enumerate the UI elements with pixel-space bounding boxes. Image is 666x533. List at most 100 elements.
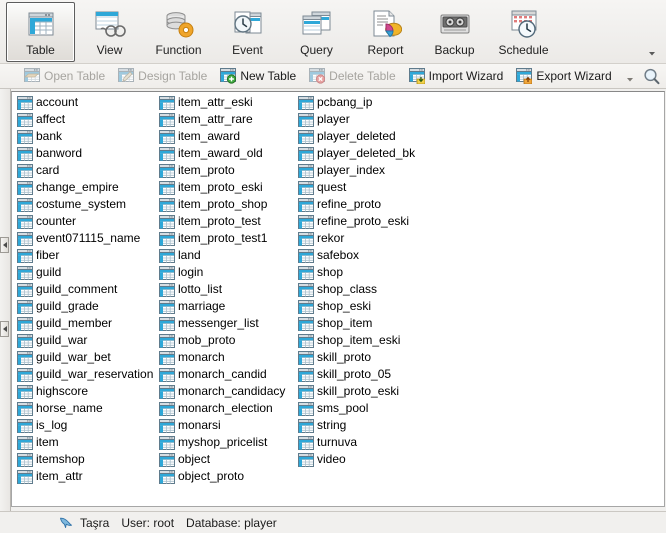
splitter-collapse-handle-bottom[interactable]	[0, 321, 9, 337]
list-item[interactable]: refine_proto_eski	[296, 213, 437, 230]
command-import-wizard[interactable]: Import Wizard	[405, 66, 511, 86]
list-item[interactable]: bank	[15, 128, 157, 145]
list-item[interactable]: login	[157, 264, 296, 281]
schedule-icon	[506, 8, 542, 40]
list-item[interactable]: land	[157, 247, 296, 264]
list-item[interactable]: event071115_name	[15, 230, 157, 247]
list-item-label: change_empire	[36, 180, 119, 194]
splitter-collapse-handle-top[interactable]	[0, 237, 9, 253]
list-item[interactable]: item_attr_rare	[157, 111, 296, 128]
list-item[interactable]: shop_eski	[296, 298, 437, 315]
command-export-wizard[interactable]: Export Wizard	[512, 66, 618, 86]
list-item[interactable]: item_award	[157, 128, 296, 145]
list-item[interactable]: itemshop	[15, 451, 157, 468]
list-item[interactable]: guild_comment	[15, 281, 157, 298]
list-item[interactable]: guild_war_bet	[15, 349, 157, 366]
list-item[interactable]: monarch	[157, 349, 296, 366]
list-item-label: video	[317, 452, 346, 466]
list-item-label: costume_system	[36, 197, 127, 211]
list-item[interactable]: pcbang_ip	[296, 94, 437, 111]
list-item[interactable]: highscore	[15, 383, 157, 400]
list-item[interactable]: video	[296, 451, 437, 468]
list-item[interactable]: skill_proto_eski	[296, 383, 437, 400]
list-item[interactable]: item_proto_eski	[157, 179, 296, 196]
list-item[interactable]: account	[15, 94, 157, 111]
list-item[interactable]: item_proto_test1	[157, 230, 296, 247]
table-icon	[159, 130, 175, 144]
list-item[interactable]: shop	[296, 264, 437, 281]
table-icon	[159, 402, 175, 416]
ribbon-button-label: Report	[367, 43, 404, 57]
list-item[interactable]: monarch_candid	[157, 366, 296, 383]
list-item[interactable]: item_attr	[15, 468, 157, 485]
list-item[interactable]: monarch_candidacy	[157, 383, 296, 400]
ribbon-button-query[interactable]: Query	[282, 2, 351, 62]
list-item[interactable]: quest	[296, 179, 437, 196]
list-item[interactable]: string	[296, 417, 437, 434]
list-item[interactable]: lotto_list	[157, 281, 296, 298]
list-item[interactable]: item_proto_test	[157, 213, 296, 230]
list-item[interactable]: guild_grade	[15, 298, 157, 315]
list-item[interactable]: monarsi	[157, 417, 296, 434]
list-item[interactable]: monarch_election	[157, 400, 296, 417]
list-item-label: item_proto_test	[178, 214, 261, 228]
list-item[interactable]: guild_war	[15, 332, 157, 349]
object-list-pane[interactable]: account affect bank banword card change_empir…	[11, 91, 665, 507]
search-icon[interactable]	[642, 67, 662, 87]
list-item[interactable]: player	[296, 111, 437, 128]
list-item[interactable]: fiber	[15, 247, 157, 264]
list-item[interactable]: banword	[15, 145, 157, 162]
list-item-label: land	[178, 248, 201, 262]
list-item[interactable]: mob_proto	[157, 332, 296, 349]
list-item[interactable]: guild	[15, 264, 157, 281]
ribbon-button-table[interactable]: Table	[6, 2, 75, 62]
list-item[interactable]: object_proto	[157, 468, 296, 485]
list-item[interactable]: horse_name	[15, 400, 157, 417]
list-item[interactable]: affect	[15, 111, 157, 128]
list-item[interactable]: item_award_old	[157, 145, 296, 162]
list-item[interactable]: change_empire	[15, 179, 157, 196]
ribbon-button-function[interactable]: Function	[144, 2, 213, 62]
list-item[interactable]: player_index	[296, 162, 437, 179]
list-item-label: shop_item	[317, 316, 373, 330]
ribbon-button-view[interactable]: View	[75, 2, 144, 62]
commandbar-expand-chevron-down-icon[interactable]	[624, 73, 636, 85]
sidebar-splitter[interactable]	[0, 89, 11, 511]
list-item[interactable]: object	[157, 451, 296, 468]
list-item[interactable]: sms_pool	[296, 400, 437, 417]
list-item[interactable]: rekor	[296, 230, 437, 247]
list-item[interactable]: item	[15, 434, 157, 451]
list-item[interactable]: shop_item	[296, 315, 437, 332]
list-item[interactable]: messenger_list	[157, 315, 296, 332]
list-item[interactable]: item_attr_eski	[157, 94, 296, 111]
list-item[interactable]: shop_item_eski	[296, 332, 437, 349]
list-item[interactable]: skill_proto_05	[296, 366, 437, 383]
ribbon-button-event[interactable]: Event	[213, 2, 282, 62]
list-item[interactable]: refine_proto	[296, 196, 437, 213]
list-item[interactable]: player_deleted	[296, 128, 437, 145]
ribbon-button-backup[interactable]: Backup	[420, 2, 489, 62]
list-item[interactable]: is_log	[15, 417, 157, 434]
ribbon-button-report[interactable]: Report	[351, 2, 420, 62]
list-item[interactable]: turnuva	[296, 434, 437, 451]
list-item[interactable]: skill_proto	[296, 349, 437, 366]
list-item[interactable]: myshop_pricelist	[157, 434, 296, 451]
command-new-table[interactable]: New Table	[216, 66, 303, 86]
list-item-label: skill_proto	[317, 350, 372, 364]
list-item[interactable]: marriage	[157, 298, 296, 315]
list-item[interactable]: player_deleted_bk	[296, 145, 437, 162]
list-item[interactable]: guild_member	[15, 315, 157, 332]
list-item[interactable]: guild_war_reservation	[15, 366, 157, 383]
list-item[interactable]: counter	[15, 213, 157, 230]
list-item[interactable]: card	[15, 162, 157, 179]
command-label: New Table	[240, 69, 297, 83]
list-item[interactable]: item_proto_shop	[157, 196, 296, 213]
list-item[interactable]: costume_system	[15, 196, 157, 213]
list-item[interactable]: shop_class	[296, 281, 437, 298]
ribbon-button-schedule[interactable]: Schedule	[489, 2, 558, 62]
list-item[interactable]: item_proto	[157, 162, 296, 179]
list-item[interactable]: safebox	[296, 247, 437, 264]
dolphin-icon	[58, 515, 74, 531]
ribbon-expand-chevron-down-icon[interactable]	[646, 47, 658, 59]
table-icon	[159, 419, 175, 433]
